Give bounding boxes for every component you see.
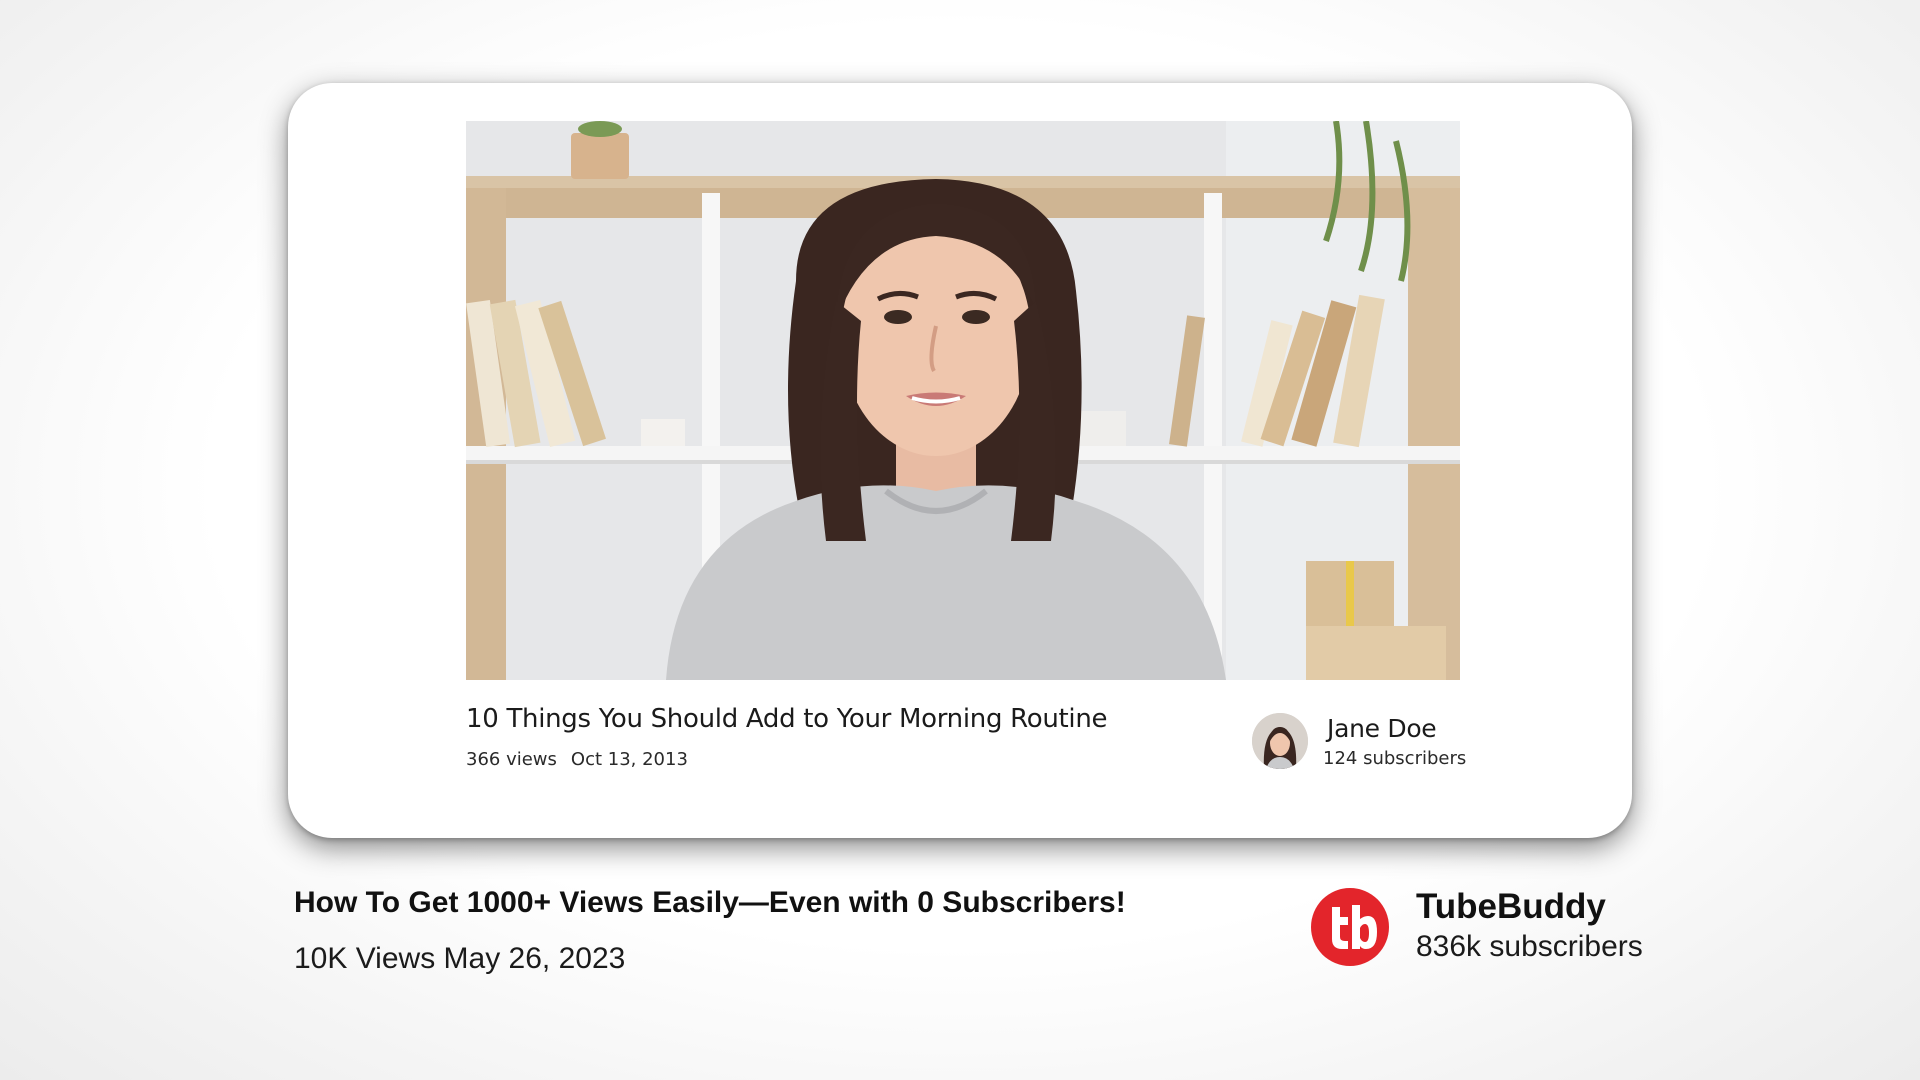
video-scene-illustration (466, 121, 1460, 680)
video-thumbnail[interactable] (466, 121, 1460, 680)
main-video-views-date: 10K Views May 26, 2023 (294, 942, 626, 975)
featured-channel-subscribers: 124 subscribers (1323, 748, 1467, 769)
tubebuddy-logo-icon[interactable] (1311, 888, 1389, 966)
featured-channel-name[interactable]: Jane Doe (1327, 714, 1437, 743)
main-video-title[interactable]: How To Get 1000+ Views Easily—Even with … (294, 886, 1126, 920)
featured-video-title[interactable]: 10 Things You Should Add to Your Morning… (466, 704, 1108, 734)
main-channel-subscribers: 836k subscribers (1416, 930, 1643, 963)
featured-video-views: 366 views (466, 749, 557, 770)
avatar[interactable] (1252, 713, 1308, 769)
featured-video-date: Oct 13, 2013 (570, 749, 688, 770)
tubebuddy-logo-glyph (1332, 905, 1377, 949)
avatar-icon (1252, 713, 1308, 769)
featured-video-meta: 366 views Oct 13, 2013 (466, 749, 688, 770)
main-channel-name[interactable]: TubeBuddy (1416, 887, 1606, 927)
